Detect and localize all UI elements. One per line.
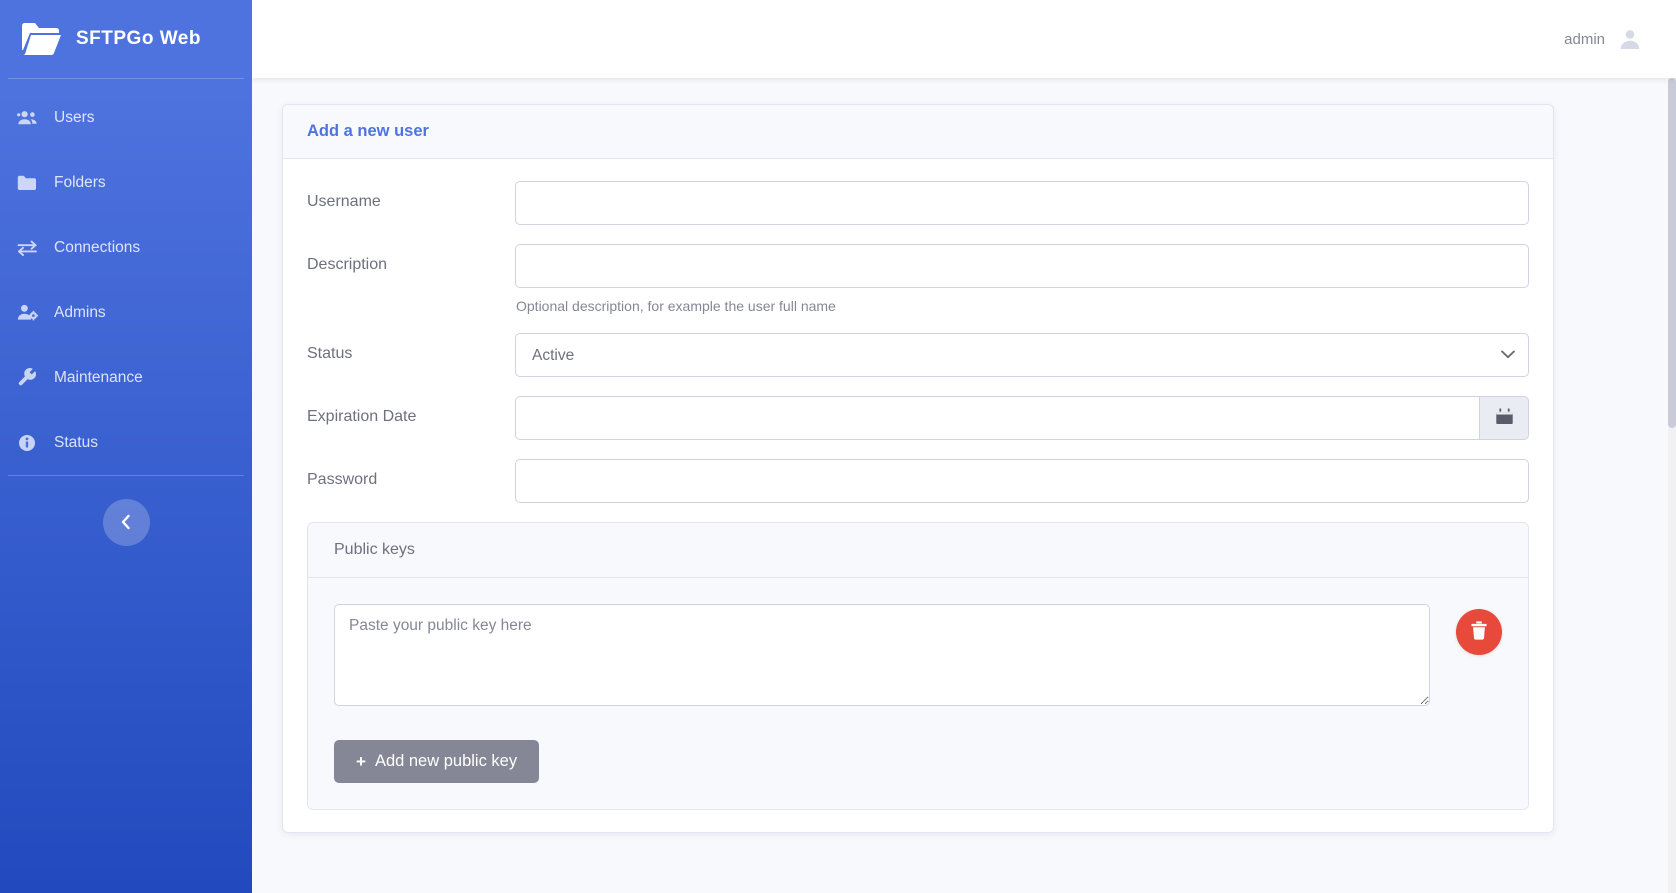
username-field-wrap [515,181,1529,225]
public-key-entry [334,604,1502,706]
public-keys-panel: Public keys [307,522,1529,810]
page-content: Add a new user Username Description [252,78,1676,893]
sidebar-item-maintenance[interactable]: Maintenance [0,345,252,410]
sidebar: SFTPGo Web Users [0,0,252,893]
calendar-icon [1496,408,1513,428]
sidebar-item-admins[interactable]: Admins [0,280,252,345]
brand[interactable]: SFTPGo Web [0,0,252,78]
description-field-wrap: Optional description, for example the us… [515,244,1529,314]
sidebar-item-label: Status [54,434,98,452]
sidebar-collapse-wrap [0,476,252,568]
sidebar-item-folders[interactable]: Folders [0,150,252,215]
form-row-description: Description Optional description, for ex… [307,244,1529,314]
expiration-date-input-group [515,396,1529,440]
add-user-card: Add a new user Username Description [282,104,1554,833]
username-label: Username [307,181,515,211]
description-help-text: Optional description, for example the us… [515,298,1529,314]
main-area: admin Add a new user Username [252,0,1676,893]
sidebar-nav: Users Folders [0,79,252,475]
public-keys-body: + Add new public key [308,578,1528,809]
sidebar-item-label: Connections [54,239,140,257]
status-field-wrap: Active [515,333,1529,377]
delete-public-key-button[interactable] [1456,609,1502,655]
user-menu[interactable]: admin [1564,27,1642,51]
page-scrollbar-thumb[interactable] [1668,78,1676,428]
brand-text: SFTPGo Web [76,28,201,50]
folder-open-icon [20,22,62,56]
public-key-textarea[interactable] [334,604,1430,706]
sidebar-item-label: Admins [54,304,106,322]
user-avatar-icon [1618,27,1642,51]
form-row-username: Username [307,181,1529,225]
username-input[interactable] [515,181,1529,225]
form-row-status: Status Active [307,333,1529,377]
app-root: SFTPGo Web Users [0,0,1676,893]
page-title: Add a new user [307,122,429,140]
user-gear-icon [16,303,38,323]
password-label: Password [307,459,515,489]
topbar-username: admin [1564,31,1605,48]
expiration-date-picker-button[interactable] [1479,396,1529,440]
wrench-icon [16,368,38,388]
form-row-expiration-date: Expiration Date [307,396,1529,440]
form-row-password: Password [307,459,1529,503]
topbar: admin [252,0,1676,78]
add-public-key-button[interactable]: + Add new public key [334,740,539,783]
plus-icon: + [356,753,366,770]
chevron-left-icon [119,513,133,531]
status-label: Status [307,333,515,363]
expiration-date-input[interactable] [515,396,1479,440]
password-field-wrap [515,459,1529,503]
sidebar-toggle-button[interactable] [103,499,150,546]
expiration-date-label: Expiration Date [307,396,515,426]
page-scrollbar-track[interactable] [1668,78,1676,893]
sidebar-item-users[interactable]: Users [0,85,252,150]
sidebar-item-label: Maintenance [54,369,143,387]
password-input[interactable] [515,459,1529,503]
info-circle-icon [16,433,38,453]
sidebar-item-label: Users [54,109,94,127]
sidebar-item-label: Folders [54,174,106,192]
trash-icon [1470,621,1488,643]
sidebar-item-connections[interactable]: Connections [0,215,252,280]
public-keys-title: Public keys [308,523,1528,578]
expiration-date-field-wrap [515,396,1529,440]
status-select-wrap: Active [515,333,1529,377]
card-body: Username Description Optional descriptio… [283,159,1553,832]
description-input[interactable] [515,244,1529,288]
folder-icon [16,173,38,193]
card-header: Add a new user [283,105,1553,159]
exchange-arrows-icon [16,238,38,258]
status-select[interactable]: Active [515,333,1529,377]
add-public-key-label: Add new public key [375,752,517,771]
users-icon [16,108,38,128]
description-label: Description [307,244,515,274]
sidebar-item-status[interactable]: Status [0,410,252,475]
